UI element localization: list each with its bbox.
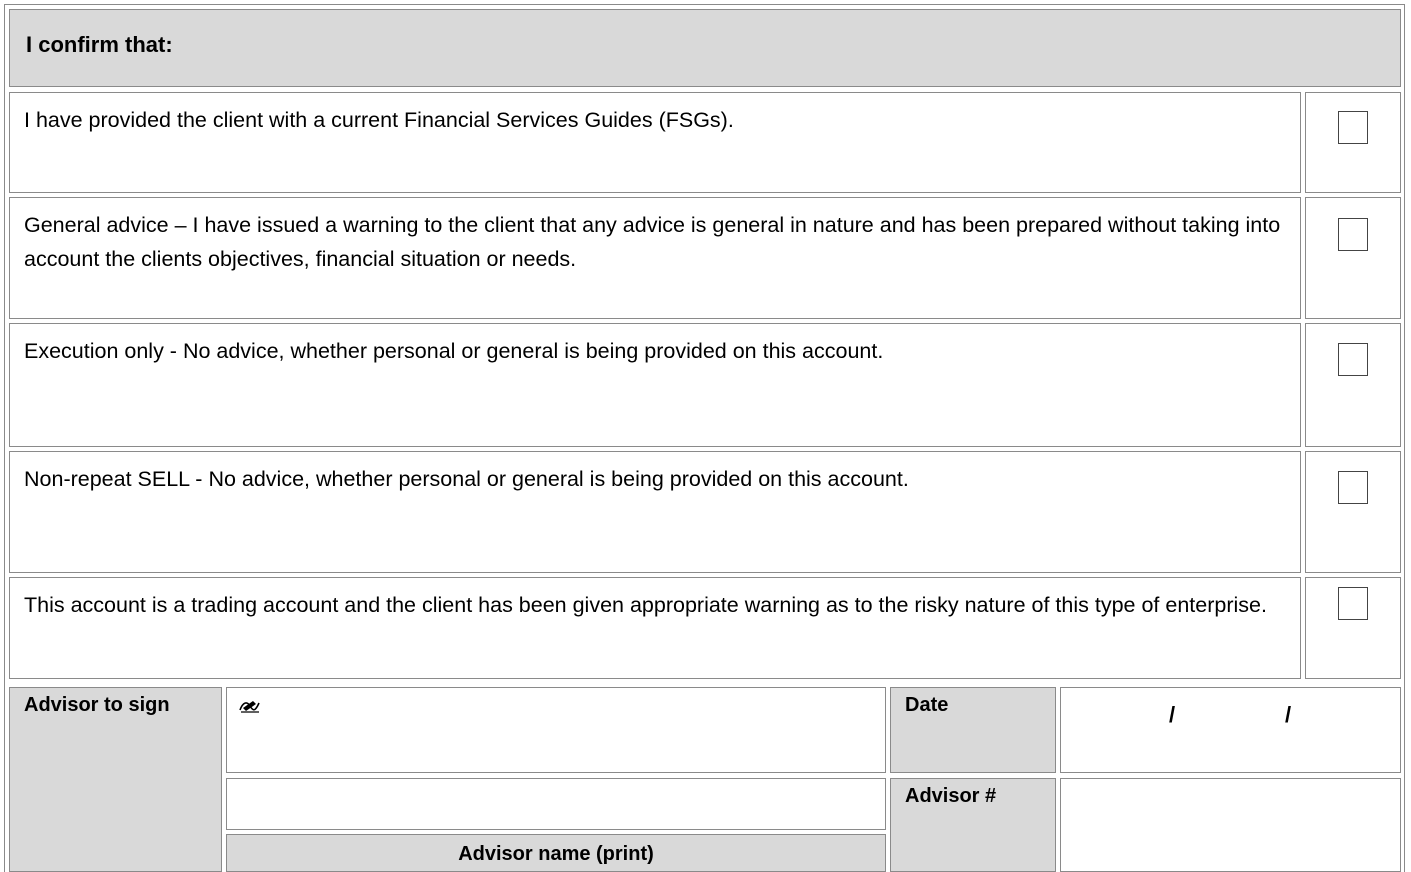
- date-separator: /: [1285, 702, 1292, 727]
- advisor-name-label: Advisor name (print): [458, 843, 654, 865]
- advisor-sign-label: Advisor to sign: [24, 694, 170, 716]
- form-title: I confirm that:: [26, 32, 173, 57]
- advisor-sign-label-cell: Advisor to sign: [9, 687, 222, 872]
- statement-row: Execution only - No advice, whether pers…: [9, 323, 1301, 447]
- statement-text: General advice – I have issued a warning…: [24, 213, 1281, 271]
- date-field[interactable]: / /: [1060, 687, 1401, 773]
- checkbox-cell: [1305, 323, 1401, 447]
- confirm-checkbox[interactable]: [1338, 218, 1368, 251]
- form-header: I confirm that:: [9, 9, 1401, 87]
- date-separator: /: [1169, 702, 1176, 727]
- pen-signature-icon: [239, 701, 260, 713]
- checkbox-cell: [1305, 451, 1401, 573]
- advisor-name-field[interactable]: [226, 778, 886, 830]
- statement-row: Non-repeat SELL - No advice, whether per…: [9, 451, 1301, 573]
- confirm-checkbox[interactable]: [1338, 587, 1368, 620]
- statement-text: Execution only - No advice, whether pers…: [24, 339, 884, 363]
- confirm-checkbox[interactable]: [1338, 111, 1368, 144]
- statement-row: General advice – I have issued a warning…: [9, 197, 1301, 319]
- statement-text: Non-repeat SELL - No advice, whether per…: [24, 467, 909, 491]
- advisor-number-label-cell: Advisor #: [890, 778, 1056, 872]
- advisor-number-label: Advisor #: [905, 785, 997, 807]
- statement-row: This account is a trading account and th…: [9, 577, 1301, 679]
- date-label-cell: Date: [890, 687, 1056, 773]
- statement-row: I have provided the client with a curren…: [9, 92, 1301, 193]
- checkbox-cell: [1305, 197, 1401, 319]
- statement-text: This account is a trading account and th…: [24, 593, 1267, 617]
- checkbox-cell: [1305, 92, 1401, 193]
- confirm-checkbox[interactable]: [1338, 471, 1368, 504]
- confirm-checkbox[interactable]: [1338, 343, 1368, 376]
- date-label: Date: [905, 694, 949, 716]
- signature-field[interactable]: [226, 687, 886, 773]
- checkbox-cell: [1305, 577, 1401, 679]
- advisor-number-field[interactable]: [1060, 778, 1401, 872]
- advisor-name-label-cell: Advisor name (print): [226, 834, 886, 872]
- statement-text: I have provided the client with a curren…: [24, 108, 734, 132]
